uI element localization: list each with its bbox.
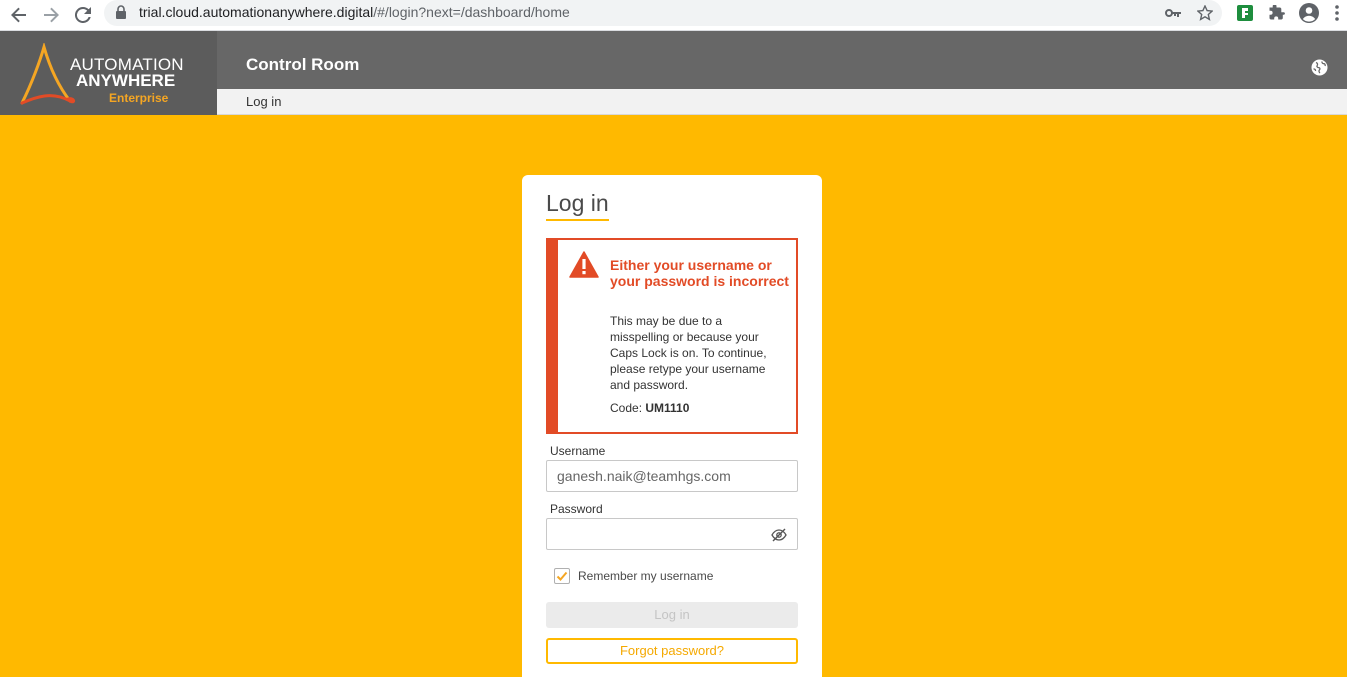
logo[interactable]: AUTOMATION ANYWHERE Enterprise xyxy=(0,31,217,115)
error-code: Code: UM1110 xyxy=(610,401,689,415)
login-heading: Log in xyxy=(546,190,609,221)
breadcrumb-login[interactable]: Log in xyxy=(246,94,281,109)
hide-password-icon[interactable] xyxy=(771,528,787,542)
forgot-password-button[interactable]: Forgot password? xyxy=(546,638,798,664)
app-header: AUTOMATION ANYWHERE Enterprise Control R… xyxy=(0,31,1347,115)
error-code-label: Code: xyxy=(610,401,646,415)
key-icon[interactable] xyxy=(1162,2,1184,24)
login-card: Log in Either your username or your pass… xyxy=(522,175,822,677)
error-code-value: UM1110 xyxy=(645,401,690,415)
more-menu-icon[interactable] xyxy=(1330,2,1344,24)
forward-arrow-icon[interactable] xyxy=(38,2,64,28)
error-title: Either your username or your password is… xyxy=(610,257,789,289)
browser-toolbar: trial.cloud.automationanywhere.digital/#… xyxy=(0,0,1347,31)
back-arrow-icon[interactable] xyxy=(6,2,32,28)
sub-navigation: Log in xyxy=(217,89,1347,115)
password-label: Password xyxy=(550,502,603,516)
username-input[interactable]: ganesh.naik@teamhgs.com xyxy=(546,460,798,492)
page-title: Control Room xyxy=(246,55,360,74)
logo-line-2: ANYWHERE xyxy=(76,71,176,90)
username-label: Username xyxy=(550,444,606,458)
puzzle-icon[interactable] xyxy=(1266,2,1288,24)
reload-icon[interactable] xyxy=(70,2,96,28)
profile-icon[interactable] xyxy=(1298,2,1320,24)
extension-icon[interactable] xyxy=(1234,2,1256,24)
username-value: ganesh.naik@teamhgs.com xyxy=(557,468,731,484)
url-path: /#/login?next=/dashboard/home xyxy=(373,4,570,20)
automation-anywhere-logo-icon xyxy=(20,43,76,105)
error-alert: Either your username or your password is… xyxy=(546,238,798,434)
lock-icon xyxy=(116,5,126,19)
url-text: trial.cloud.automationanywhere.digital/#… xyxy=(139,4,570,20)
remember-label[interactable]: Remember my username xyxy=(578,569,713,583)
star-icon[interactable] xyxy=(1194,2,1216,24)
checkmark-icon xyxy=(556,571,568,581)
address-bar[interactable]: trial.cloud.automationanywhere.digital/#… xyxy=(104,0,1222,26)
header-bar: Control Room xyxy=(217,31,1347,89)
error-message: This may be due to a misspelling or beca… xyxy=(610,314,767,392)
login-button[interactable]: Log in xyxy=(546,602,798,628)
warning-icon xyxy=(569,251,599,278)
logo-line-3: Enterprise xyxy=(109,91,169,105)
remember-checkbox[interactable] xyxy=(554,568,570,584)
globe-icon[interactable] xyxy=(1311,59,1328,76)
url-host: trial.cloud.automationanywhere.digital xyxy=(139,4,374,20)
password-input[interactable] xyxy=(546,518,798,550)
